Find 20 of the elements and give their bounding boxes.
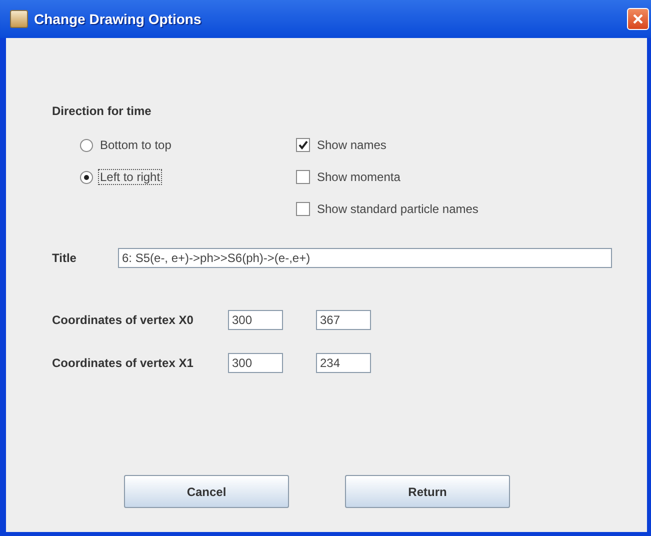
dialog-button[interactable]: Cancel [124, 475, 289, 508]
coordinate-field[interactable]: 234 [316, 353, 371, 373]
field-label: Coordinates of vertex X1 [52, 356, 194, 370]
app-icon [10, 10, 28, 28]
field-label: Title [52, 251, 78, 265]
radio-option[interactable]: Left to right [80, 168, 296, 186]
section-label: Direction for time [52, 104, 152, 118]
dialog-button[interactable]: Return [345, 475, 510, 508]
radio-option[interactable]: Bottom to top [80, 136, 296, 154]
coordinate-field[interactable]: 300 [228, 310, 283, 330]
title-field[interactable]: 6: S5(e-, e+)->ph>>S6(ph)->(e-,e+) [118, 248, 612, 268]
checkbox-option[interactable]: Show standard particle names [296, 200, 596, 218]
coordinate-field[interactable]: 300 [228, 353, 283, 373]
window-title: Change Drawing Options [34, 11, 202, 27]
field-label: Coordinates of vertex X0 [52, 313, 194, 327]
close-button[interactable] [627, 8, 649, 30]
checkbox-option[interactable]: Show names [296, 136, 596, 154]
close-icon [632, 13, 644, 25]
coordinate-field[interactable]: 367 [316, 310, 371, 330]
checkbox-option[interactable]: Show momenta [296, 168, 596, 186]
